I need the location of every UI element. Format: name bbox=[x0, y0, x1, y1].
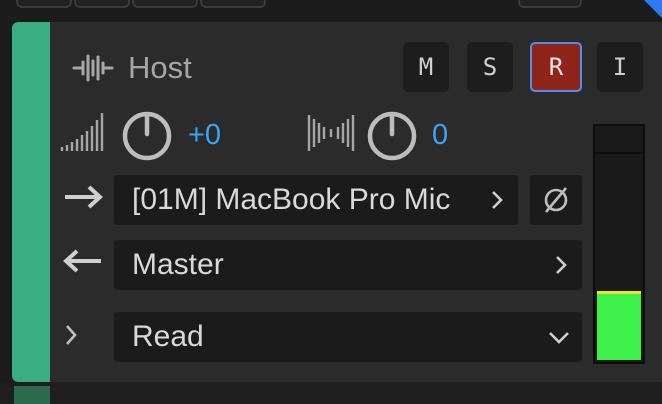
arrow-left-icon bbox=[63, 249, 101, 273]
chevron-down-icon bbox=[549, 332, 569, 344]
corner-marker bbox=[644, 0, 662, 18]
phase-invert-button[interactable] bbox=[530, 175, 582, 225]
input-select[interactable]: [01M] MacBook Pro Mic bbox=[114, 175, 518, 225]
waveform-icon bbox=[72, 54, 114, 82]
arrow-right-icon bbox=[65, 185, 103, 209]
chevron-right-icon bbox=[492, 191, 503, 209]
expand-chevron-icon[interactable] bbox=[62, 322, 80, 348]
volume-knob[interactable] bbox=[121, 110, 173, 162]
volume-value[interactable]: +0 bbox=[188, 115, 221, 155]
record-arm-button[interactable]: R bbox=[530, 42, 582, 92]
output-select-label: Master bbox=[132, 248, 224, 281]
phase-invert-icon bbox=[544, 187, 568, 213]
toolbar-button[interactable] bbox=[518, 0, 582, 8]
volume-ramp-icon bbox=[60, 113, 104, 151]
meter-level-fill bbox=[597, 291, 641, 360]
meter-peak-indicator[interactable] bbox=[595, 126, 643, 154]
input-monitor-button[interactable]: I bbox=[597, 42, 643, 92]
pan-knob[interactable] bbox=[366, 110, 418, 162]
track-header-window: Host M S R I +0 0 [01M] MacBook Pro Mic … bbox=[0, 0, 662, 404]
track-name[interactable]: Host bbox=[128, 48, 192, 88]
output-select[interactable]: Master bbox=[114, 240, 582, 290]
input-select-label: [01M] MacBook Pro Mic bbox=[132, 183, 451, 216]
next-track-color-strip bbox=[14, 386, 50, 404]
toolbar-button[interactable] bbox=[74, 0, 130, 8]
next-track-strip bbox=[0, 382, 662, 404]
toolbar-button[interactable] bbox=[132, 0, 198, 8]
automation-mode-select[interactable]: Read bbox=[114, 312, 582, 362]
level-meter bbox=[593, 124, 645, 364]
top-toolbar-strip bbox=[0, 0, 662, 22]
chevron-right-icon bbox=[556, 256, 567, 274]
mute-button[interactable]: M bbox=[403, 42, 449, 92]
toolbar-button[interactable] bbox=[16, 0, 72, 8]
pan-bars-icon bbox=[307, 115, 355, 151]
track-color-strip[interactable] bbox=[12, 22, 50, 382]
toolbar-button[interactable] bbox=[200, 0, 266, 8]
solo-button[interactable]: S bbox=[467, 42, 513, 92]
automation-mode-label: Read bbox=[132, 320, 204, 353]
pan-value[interactable]: 0 bbox=[432, 115, 448, 155]
